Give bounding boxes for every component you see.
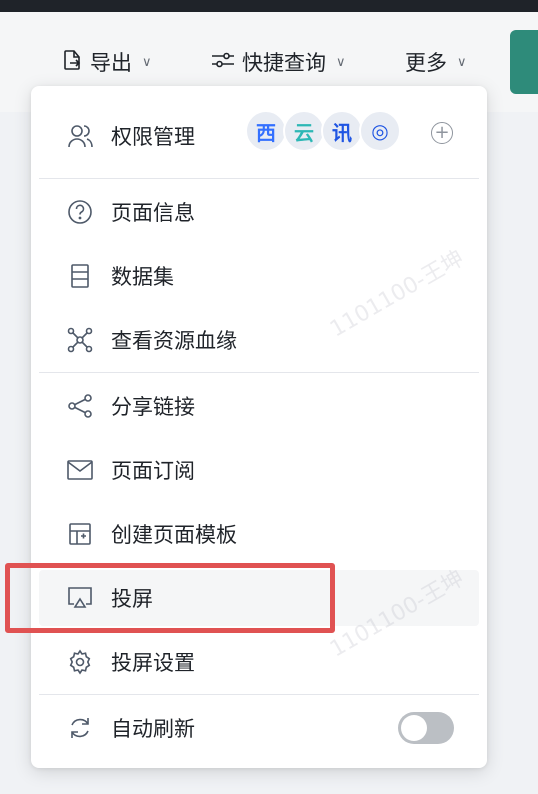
auto-refresh-toggle[interactable] (398, 712, 454, 744)
member-avatar: 云 (283, 110, 325, 152)
menu-item-screencast[interactable]: 投屏 (39, 570, 479, 626)
share-link-label: 分享链接 (111, 395, 195, 419)
screencast-label: 投屏 (111, 587, 153, 611)
export-label: 导出 (90, 51, 132, 75)
quick-query-button[interactable]: 快捷查询 ∨ (210, 48, 346, 76)
divider (39, 178, 479, 179)
menu-item-dataset[interactable]: 数据集 (39, 248, 479, 304)
users-icon (65, 121, 95, 151)
quick-query-label: 快捷查询 (242, 51, 326, 75)
more-button[interactable]: 更多 ∨ (405, 48, 467, 76)
page-subscribe-label: 页面订阅 (111, 459, 195, 483)
add-member-icon[interactable]: + (431, 122, 453, 144)
menu-item-page-info[interactable]: 页面信息 (39, 184, 479, 240)
share-icon (65, 391, 95, 421)
export-icon (60, 48, 84, 77)
chevron-down-icon: ∨ (142, 54, 152, 70)
export-button[interactable]: 导出 ∨ (60, 48, 152, 76)
more-label: 更多 (405, 51, 447, 75)
member-avatar: ◎ (359, 110, 401, 152)
menu-item-view-lineage[interactable]: 查看资源血缘 (39, 312, 479, 368)
create-template-label: 创建页面模板 (111, 523, 237, 547)
chevron-down-icon: ∨ (336, 54, 346, 70)
mail-icon (65, 455, 95, 485)
menu-item-page-subscribe[interactable]: 页面订阅 (39, 442, 479, 498)
auto-refresh-label: 自动刷新 (111, 717, 195, 741)
dataset-icon (65, 261, 95, 291)
menu-item-screencast-settings[interactable]: 投屏设置 (39, 634, 479, 690)
permissions-label: 权限管理 (111, 125, 195, 149)
dataset-label: 数据集 (111, 265, 174, 289)
menu-item-create-template[interactable]: 创建页面模板 (39, 506, 479, 562)
refresh-icon (65, 713, 95, 743)
view-lineage-label: 查看资源血缘 (111, 329, 237, 353)
primary-action-button[interactable] (510, 30, 538, 94)
gear-icon (65, 647, 95, 677)
member-avatar: 讯 (321, 110, 363, 152)
screencast-settings-label: 投屏设置 (111, 651, 195, 675)
divider (39, 372, 479, 373)
member-avatars[interactable]: 西云讯 ◎ (245, 110, 401, 152)
template-icon (65, 519, 95, 549)
top-dark-strip (0, 0, 538, 12)
page-info-label: 页面信息 (111, 201, 195, 225)
more-dropdown-menu: 权限管理 西云讯 ◎ + 页面信息 数据集 查看资源血缘 分享链接 页面订阅 创… (31, 86, 487, 768)
lineage-graph-icon (65, 325, 95, 355)
question-circle-icon (65, 197, 95, 227)
toggle-knob (401, 715, 427, 741)
member-avatar: 西 (245, 110, 287, 152)
menu-item-share-link[interactable]: 分享链接 (39, 378, 479, 434)
filter-sliders-icon (210, 48, 236, 77)
chevron-down-icon: ∨ (457, 54, 467, 70)
divider (39, 694, 479, 695)
screencast-icon (65, 583, 95, 613)
